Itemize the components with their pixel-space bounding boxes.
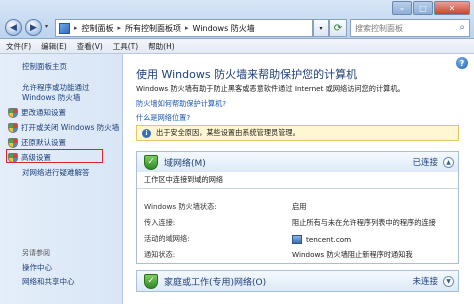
row-value: 启用 <box>292 202 307 211</box>
admin-notice-text: 出于安全原因，某些设置由系统管理员管理。 <box>156 128 300 137</box>
collapse-chevron-icon[interactable]: ▲ <box>443 156 454 168</box>
firewall-state-row: Windows 防火墙状态: 启用 <box>137 199 458 215</box>
breadcrumb-separator: ▸ <box>185 24 189 32</box>
green-shield-check-icon: ✓ <box>144 273 158 289</box>
home-work-network-header[interactable]: ✓ 家庭或工作(专用)网络(O) 未连接 ▼ <box>137 271 458 291</box>
row-value: Windows 防火墙阻止新程序时通知我 <box>292 250 413 259</box>
help-icon[interactable]: ? <box>456 57 468 69</box>
row-value-wrap: tencent.com <box>292 234 352 244</box>
sidebar-item-restore-defaults[interactable]: 还原默认设置 <box>8 138 66 148</box>
menu-tools[interactable]: 工具(T) <box>113 41 138 52</box>
page-title: 使用 Windows 防火墙来帮助保护您的计算机 <box>136 68 358 81</box>
home-work-network-name: 家庭或工作(专用)网络(O) <box>164 277 267 288</box>
expand-chevron-icon[interactable]: ▼ <box>443 275 454 287</box>
home-work-network-panel: ✓ 家庭或工作(专用)网络(O) 未连接 ▼ <box>136 270 459 292</box>
sidebar-item-label: 还原默认设置 <box>21 138 66 147</box>
sidebar-item-label: 更改通知设置 <box>21 108 66 117</box>
title-bar: ◀ ▶ ▾ ▸ 控制面板 ▸ 所有控制面板项 ▸ Windows 防火墙 ▾ ⟳… <box>0 0 474 39</box>
sidebar-item-allow-programs[interactable]: 允许程序或功能通过 Windows 防火墙 <box>22 83 120 103</box>
domain-network-name: 域网络(M) <box>164 158 206 169</box>
menu-file[interactable]: 文件(F) <box>6 41 31 52</box>
firewall-help-link[interactable]: 防火墙如何帮助保护计算机? <box>136 99 226 109</box>
green-shield-check-icon: ✓ <box>144 154 158 170</box>
info-icon: i <box>142 128 151 138</box>
breadcrumb-firewall[interactable]: Windows 防火墙 <box>193 23 255 34</box>
page-description: Windows 防火墙有助于防止黑客或恶意软件通过 Internet 或网络访问… <box>136 84 405 93</box>
windows-shield-icon <box>8 123 18 133</box>
breadcrumb-all-items[interactable]: 所有控制面板项 <box>125 23 181 34</box>
search-icon[interactable]: ⌕ <box>459 22 465 33</box>
sidebar-home-link[interactable]: 控制面板主页 <box>22 62 67 72</box>
menu-help[interactable]: 帮助(H) <box>148 41 175 52</box>
row-value: tencent.com <box>306 234 352 244</box>
breadcrumb-control-panel[interactable]: 控制面板 <box>82 23 114 34</box>
home-work-network-status: 未连接 <box>412 277 438 287</box>
incoming-connections-row: 传入连接: 阻止所有与未在允许程序列表中的程序的连接 <box>137 215 458 231</box>
advanced-settings-highlight-box <box>6 149 103 163</box>
recent-pages-dropdown[interactable]: ▾ <box>45 23 48 30</box>
sidebar-item-notification-settings[interactable]: 更改通知设置 <box>8 108 66 118</box>
search-input[interactable]: 搜索控制面板 ⌕ <box>350 19 470 37</box>
menu-edit[interactable]: 编辑(E) <box>41 41 67 52</box>
menu-bar: 文件(F) 编辑(E) 查看(V) 工具(T) 帮助(H) <box>0 39 474 54</box>
sidebar-item-label: 打开或关闭 Windows 防火墙 <box>21 123 120 132</box>
search-placeholder: 搜索控制面板 <box>355 23 403 33</box>
see-also-action-center[interactable]: 操作中心 <box>22 263 52 273</box>
breadcrumb-separator: ▸ <box>74 24 78 32</box>
address-dropdown-button[interactable]: ▾ <box>313 19 329 37</box>
admin-notice-bar: i 出于安全原因，某些设置由系统管理员管理。 <box>136 125 459 141</box>
notification-state-row: 通知状态: Windows 防火墙阻止新程序时通知我 <box>137 247 458 263</box>
see-also-heading: 另请参阅 <box>22 249 50 257</box>
domain-network-subtitle: 工作区中连接到域的网络 <box>137 172 458 189</box>
window-controls: – □ ✕ <box>392 1 470 15</box>
main-content: ? 使用 Windows 防火墙来帮助保护您的计算机 Windows 防火墙有助… <box>124 54 474 304</box>
maximize-button[interactable]: □ <box>413 1 433 15</box>
close-button[interactable]: ✕ <box>434 1 470 15</box>
sidebar-item-troubleshoot[interactable]: 对网络进行疑难解答 <box>22 168 90 178</box>
row-value: 阻止所有与未在允许程序列表中的程序的连接 <box>292 218 436 227</box>
left-navigation-pane: 控制面板主页 允许程序或功能通过 Windows 防火墙 更改通知设置 打开或关… <box>0 54 123 304</box>
domain-network-status: 已连接 <box>412 158 438 168</box>
row-key: 活动的域网络: <box>144 234 190 243</box>
domain-network-header[interactable]: ✓ 域网络(M) 已连接 ▲ <box>137 152 458 172</box>
breadcrumb-separator: ▸ <box>117 24 122 32</box>
forward-button[interactable]: ▶ <box>25 19 42 36</box>
network-icon <box>292 234 302 244</box>
minimize-button[interactable]: – <box>392 1 412 15</box>
windows-shield-icon <box>8 138 18 148</box>
windows-shield-icon <box>8 108 18 118</box>
back-button[interactable]: ◀ <box>5 19 22 36</box>
see-also-network-sharing-center[interactable]: 网络和共享中心 <box>22 277 75 287</box>
control-panel-icon <box>59 22 70 34</box>
row-key: 通知状态: <box>144 250 176 259</box>
address-bar[interactable]: ▸ 控制面板 ▸ 所有控制面板项 ▸ Windows 防火墙 <box>55 19 313 37</box>
sidebar-item-turn-on-off[interactable]: 打开或关闭 Windows 防火墙 <box>8 123 119 133</box>
menu-view[interactable]: 查看(V) <box>77 41 103 52</box>
refresh-button[interactable]: ⟳ <box>329 19 347 37</box>
network-location-link[interactable]: 什么是网络位置? <box>136 113 190 123</box>
domain-network-panel: ✓ 域网络(M) 已连接 ▲ 工作区中连接到域的网络 Windows 防火墙状态… <box>136 151 459 264</box>
row-key: 传入连接: <box>144 218 176 227</box>
row-key: Windows 防火墙状态: <box>144 202 217 211</box>
active-domain-network-row: 活动的域网络: tencent.com <box>137 231 458 247</box>
